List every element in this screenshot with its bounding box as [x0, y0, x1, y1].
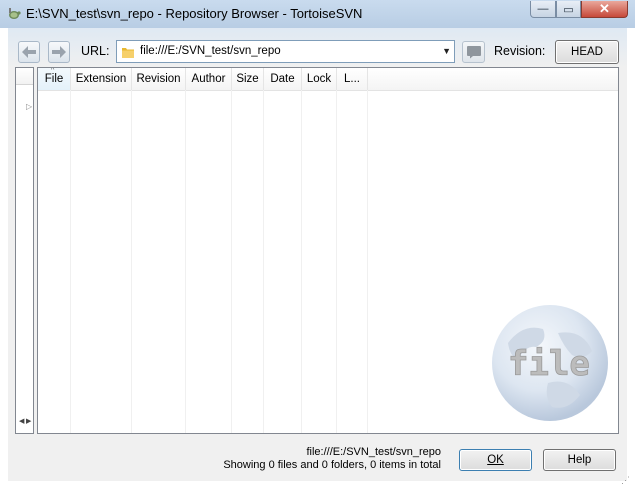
status-summary: Showing 0 files and 0 folders, 0 items i… — [223, 459, 441, 471]
column-divider — [185, 90, 186, 433]
close-button[interactable]: ✕ — [581, 1, 628, 18]
forward-arrow-icon — [52, 46, 66, 58]
sort-ascending-icon: ^ — [51, 67, 55, 74]
url-label: URL: — [81, 44, 110, 58]
column-header-author[interactable]: Author — [186, 68, 232, 90]
column-divider — [231, 90, 232, 433]
revision-label: Revision: — [494, 44, 546, 58]
repository-tree-pane[interactable]: ▷ ◀ ▶ — [15, 67, 34, 434]
folder-icon — [122, 48, 134, 58]
column-header-extension[interactable]: Extension — [71, 68, 132, 90]
maximize-icon: ▭ — [563, 3, 574, 16]
dropdown-arrow-icon[interactable]: ▼ — [442, 46, 451, 56]
column-divider — [70, 90, 71, 433]
ok-button[interactable]: OK — [459, 449, 532, 471]
file-globe-watermark-icon: file — [492, 305, 608, 421]
watermark-text: file — [508, 344, 590, 384]
maximize-button[interactable]: ▭ — [556, 1, 581, 18]
minimize-icon: — — [537, 3, 549, 15]
back-button[interactable] — [18, 41, 40, 63]
column-divider — [263, 90, 264, 433]
column-divider — [131, 90, 132, 433]
column-header-date[interactable]: Date — [264, 68, 302, 90]
help-button[interactable]: Help — [543, 449, 616, 471]
minimize-button[interactable]: — — [530, 1, 556, 18]
tortoisesvn-app-icon[interactable] — [6, 6, 22, 22]
log-icon — [466, 46, 481, 59]
status-url: file:///E:/SVN_test/svn_repo — [306, 446, 441, 458]
close-icon: ✕ — [599, 1, 610, 16]
column-header-lock[interactable]: Lock — [302, 68, 337, 90]
tree-header — [16, 68, 33, 85]
column-header-more[interactable]: L... — [337, 68, 368, 90]
url-value[interactable]: file:///E:/SVN_test/svn_repo — [140, 45, 281, 57]
revision-head-button[interactable]: HEAD — [555, 40, 619, 64]
column-header-bar: ^ File Extension Revision Author Size Da… — [38, 68, 618, 91]
tree-expander-icon[interactable]: ▷ — [26, 102, 32, 111]
scroll-right-icon[interactable]: ▶ — [26, 417, 31, 425]
back-arrow-icon — [22, 46, 36, 58]
show-log-button[interactable] — [462, 41, 485, 63]
column-header-file[interactable]: ^ File — [38, 68, 71, 90]
column-divider — [301, 90, 302, 433]
column-divider — [336, 90, 337, 433]
column-divider — [367, 90, 368, 433]
resize-grip-icon[interactable]: ⋰ — [621, 475, 630, 486]
url-combobox[interactable]: file:///E:/SVN_test/svn_repo ▼ — [116, 40, 455, 63]
column-header-size[interactable]: Size — [232, 68, 264, 90]
column-header-revision[interactable]: Revision — [132, 68, 186, 90]
scroll-left-icon[interactable]: ◀ — [19, 417, 24, 425]
forward-button[interactable] — [48, 41, 70, 63]
window-title: E:\SVN_test\svn_repo - Repository Browse… — [26, 6, 363, 21]
